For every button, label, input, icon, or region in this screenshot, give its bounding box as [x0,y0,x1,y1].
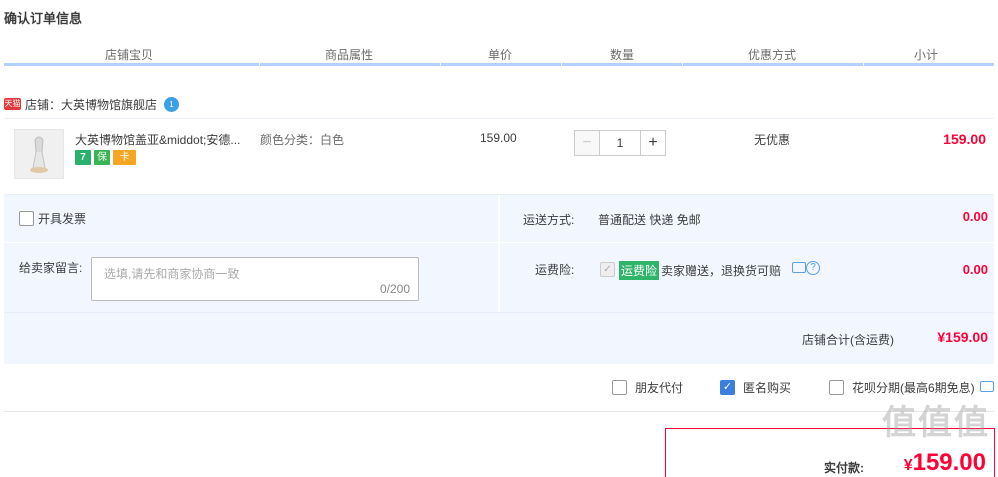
product-title-link[interactable]: 大英博物馆盖亚&middot;安德... [75,131,253,148]
shop-total-label: 店铺合计(含运费) [802,333,894,347]
quantity-stepper: − 1 + [574,130,666,156]
col-price: 单价 [487,48,512,62]
seven-day-return-icon[interactable]: 7 [75,150,91,165]
insurance-label: 运费险: [535,263,575,277]
payment-amount-value: 159.00 [912,449,986,476]
col-shop-item: 店铺宝贝 [104,48,153,62]
item-subtotal: 159.00 [943,131,986,147]
shop-name-link[interactable]: 店铺：大英博物馆旗舰店 [25,96,157,113]
product-image-icon [15,130,63,178]
friend-pay-option[interactable]: 朋友代付 [612,379,683,396]
insurance-checkbox: ✓ [600,262,615,277]
seller-message-input[interactable]: 选填,请先和商家协商一致 0/200 [91,257,419,301]
payment-label: 实付款: [824,461,864,475]
column-header: 店铺宝贝 商品属性 单价 数量 优惠方式 小计 [4,46,994,66]
credit-card-icon[interactable]: 卡 [113,150,136,165]
shipping-method[interactable]: 普通配送 快递 免邮 [598,211,701,228]
insurance-fee: 0.00 [962,262,988,277]
anonymous-label: 匿名购买 [743,381,792,395]
huabei-option[interactable]: 花呗分期(最高6期免息) [829,379,975,396]
insurance-description: 卖家赠送，退换货可赔 [661,264,782,278]
help-icon[interactable]: ? [806,261,820,275]
col-sep [259,46,260,66]
invoice-label: 开具发票 [38,212,87,226]
tmall-icon: 天猫 [4,98,21,110]
col-sep [863,46,864,66]
friend-pay-label: 朋友代付 [635,381,684,395]
divider [4,242,994,243]
col-attribute: 商品属性 [324,48,373,62]
col-discount: 优惠方式 [747,48,796,62]
order-item-row: 大英博物馆盖亚&middot;安德... 7 保 卡 颜色分类：白色 159.0… [4,118,994,194]
order-options-panel: 开具发票 运送方式: 普通配送 快递 免邮 0.00 给卖家留言: 选填,请先和… [4,194,994,364]
watermark: 值值值 [882,404,990,442]
unit-price: 159.00 [480,131,517,145]
discount-method[interactable]: 无优惠 [754,131,790,148]
insurance-tag: 运费险 [619,261,660,280]
col-sep [561,46,562,66]
service-badges: 7 保 卡 [75,150,136,165]
quantity-increase-button[interactable]: + [640,130,666,156]
payment-amount: ¥159.00 [904,449,986,477]
currency-symbol: ¥ [903,457,913,474]
divider [498,195,500,312]
divider [4,411,994,412]
shipping-label: 运送方式: [523,213,575,227]
col-subtotal: 小计 [913,48,938,62]
col-sep [440,46,441,66]
shop-total-value: ¥159.00 [937,329,988,345]
invoice-checkbox[interactable] [19,211,34,226]
seller-message-label: 给卖家留言: [19,261,83,275]
chat-bubble-icon[interactable] [792,262,806,273]
huabei-label: 花呗分期(最高6期免息) [852,381,975,395]
seller-message-placeholder: 选填,请先和商家协商一致 [104,267,240,281]
anonymous-checkbox[interactable]: ✓ [720,380,735,395]
quantity-decrease-button[interactable]: − [574,130,600,156]
shop-row: 天猫 店铺：大英博物馆旗舰店 1 [4,95,180,113]
huabei-checkbox[interactable] [829,380,844,395]
col-quantity: 数量 [609,48,634,62]
invoice-option[interactable]: 开具发票 [19,210,86,227]
friend-pay-checkbox[interactable] [612,380,627,395]
anonymous-option[interactable]: ✓ 匿名购买 [720,379,791,396]
product-attribute: 颜色分类：白色 [260,133,345,147]
guarantee-icon[interactable]: 保 [94,150,110,165]
page-title: 确认订单信息 [4,11,83,26]
divider [4,312,994,313]
char-counter: 0/200 [379,282,410,296]
col-sep [682,46,683,66]
product-thumbnail[interactable] [14,129,64,179]
wangwang-chat-icon[interactable]: 1 [164,96,180,112]
chat-bubble-icon[interactable] [980,381,994,392]
shipping-fee: 0.00 [962,209,988,224]
quantity-input[interactable]: 1 [600,130,640,156]
